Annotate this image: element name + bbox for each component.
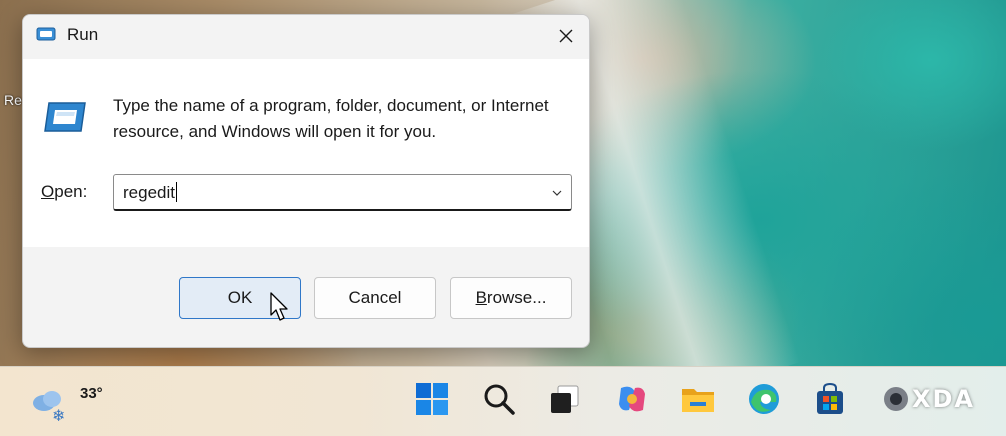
run-dialog: Run Type the name of a program, folder, …	[22, 14, 590, 348]
open-input[interactable]: regedit	[123, 182, 177, 203]
cancel-button[interactable]: Cancel	[314, 277, 436, 319]
desktop-icon-label[interactable]: Re	[4, 92, 22, 108]
search-icon	[484, 384, 515, 415]
search-button[interactable]	[479, 379, 519, 419]
taskbar: ❄ 33° XDA	[0, 366, 1006, 436]
close-button[interactable]	[543, 15, 589, 57]
chevron-down-icon[interactable]	[551, 187, 563, 199]
xda-watermark: XDA	[912, 385, 975, 413]
edge-browser-icon	[749, 384, 779, 414]
windows-start-icon	[416, 383, 448, 415]
dialog-description: Type the name of a program, folder, docu…	[113, 96, 549, 141]
svg-text:❄: ❄	[52, 406, 65, 425]
settings-button[interactable]	[876, 379, 916, 419]
dialog-content: Type the name of a program, folder, docu…	[23, 59, 589, 247]
file-explorer-button[interactable]	[678, 379, 718, 419]
task-view-icon	[551, 385, 579, 413]
dialog-title: Run	[67, 25, 99, 44]
weather-snow-icon: ❄	[33, 391, 65, 425]
mouse-pointer-icon	[270, 292, 288, 321]
gear-icon	[884, 387, 908, 411]
open-label: Open:	[41, 182, 88, 201]
temperature: 33°	[80, 385, 103, 402]
store-icon	[817, 382, 843, 414]
edge-button[interactable]	[744, 379, 784, 419]
start-button[interactable]	[412, 379, 452, 419]
run-large-icon	[44, 102, 86, 132]
weather-widget[interactable]: ❄ 33°	[28, 375, 103, 427]
folder-icon	[682, 389, 714, 412]
run-app-icon	[36, 27, 56, 41]
text-caret	[175, 182, 177, 202]
open-combobox[interactable]: regedit	[113, 174, 572, 211]
copilot-icon	[619, 386, 645, 412]
microsoft-store-button[interactable]	[810, 379, 850, 419]
copilot-button[interactable]	[612, 379, 652, 419]
browse-button[interactable]: Browse...	[450, 277, 572, 319]
title-bar[interactable]: Run	[23, 15, 589, 59]
close-icon	[559, 29, 573, 43]
task-view-button[interactable]	[545, 379, 585, 419]
